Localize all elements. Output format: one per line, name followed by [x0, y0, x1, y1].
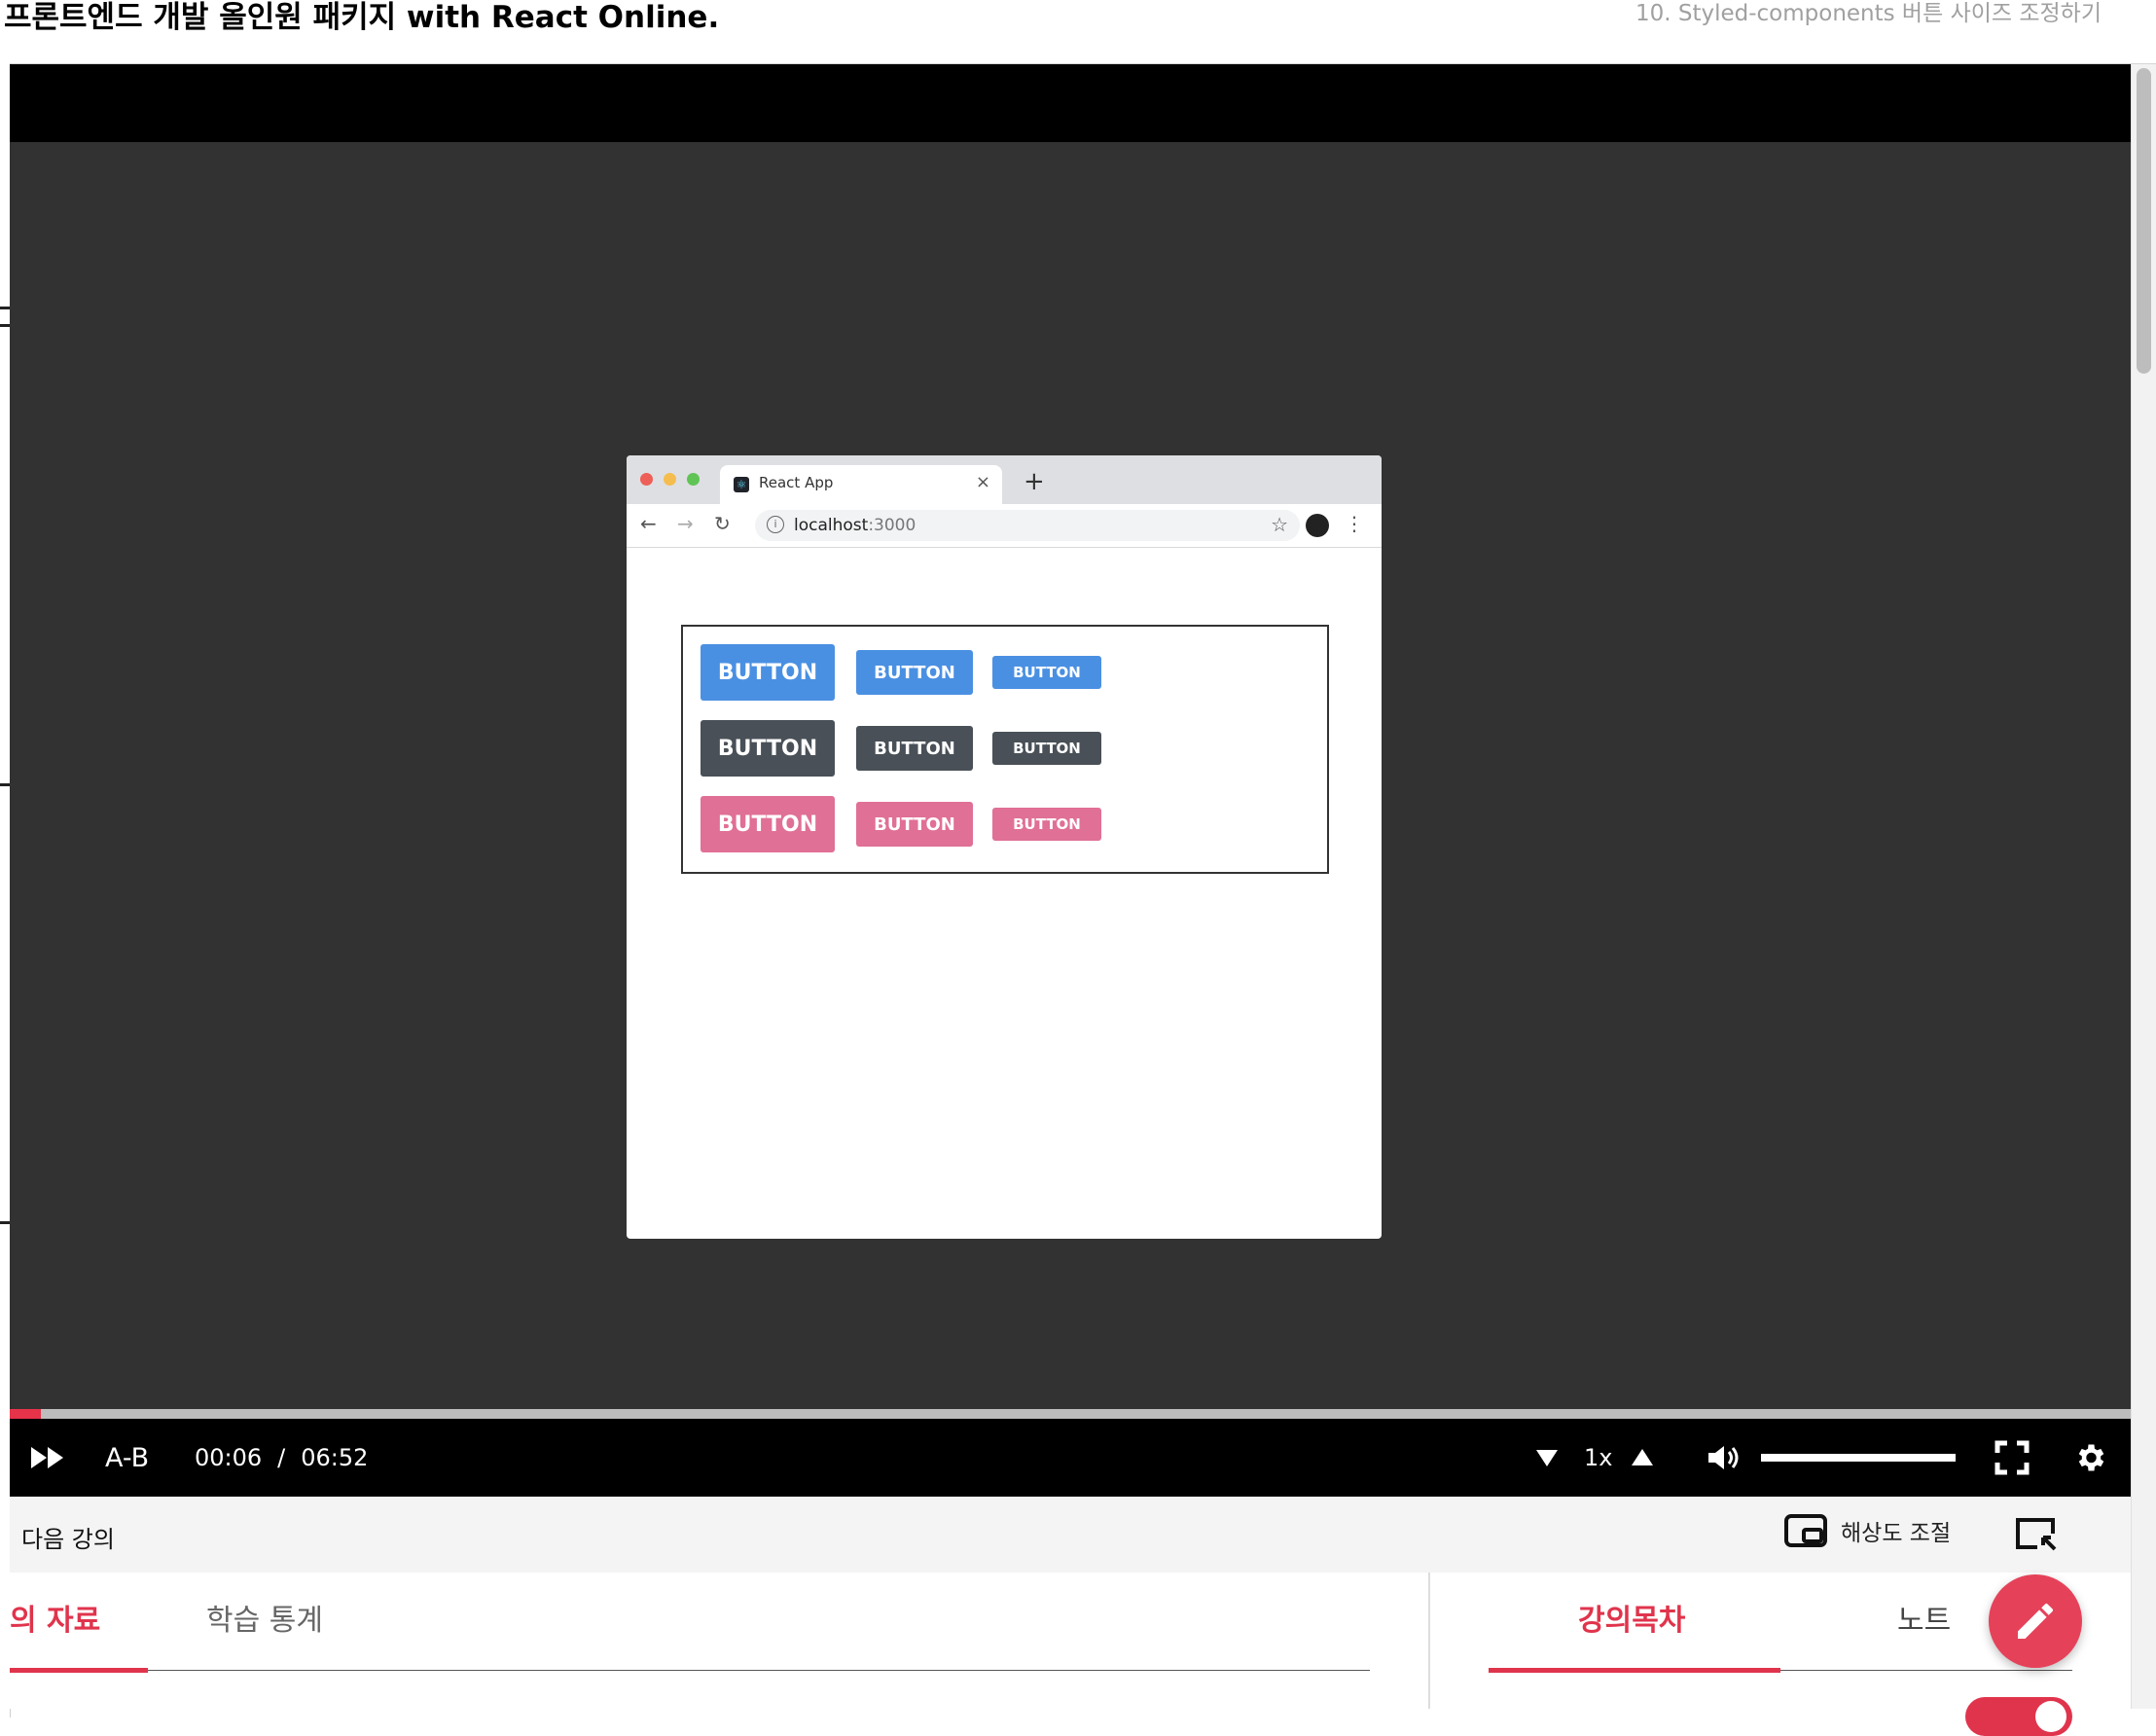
write-note-button[interactable] — [1989, 1574, 2082, 1668]
tab-divider — [148, 1670, 1370, 1671]
edge-divider — [0, 307, 10, 309]
volume-slider[interactable] — [1761, 1419, 1956, 1497]
close-dot-icon — [640, 473, 653, 486]
settings-button[interactable] — [2072, 1419, 2107, 1497]
forward-arrow-icon: → — [677, 512, 694, 535]
minimize-dot-icon — [664, 473, 676, 486]
maximize-dot-icon — [687, 473, 700, 486]
tab-notes[interactable]: 노트 — [1897, 1596, 1951, 1639]
panel-divider — [1428, 1573, 1430, 1709]
time-display: 00:06 / 06:52 — [195, 1419, 368, 1497]
seek-bar-progress — [10, 1409, 41, 1419]
demo-button-medium-blue: BUTTON — [856, 650, 973, 695]
fullscreen-button[interactable] — [1994, 1419, 2030, 1497]
browser-toolbar: ← → ↻ i localhost:3000 ☆ ⋮ — [627, 504, 1382, 548]
back-arrow-icon: ← — [640, 512, 657, 535]
button-demo-container: BUTTON BUTTON BUTTON BUTTON BUTTON BUTTO… — [681, 625, 1329, 874]
pencil-icon — [2018, 1603, 2053, 1639]
url-port: :3000 — [868, 516, 916, 535]
active-tab-underline — [10, 1668, 148, 1673]
edge-divider — [0, 1221, 10, 1224]
close-icon: × — [975, 472, 990, 492]
resolution-button[interactable]: 해상도 조절 — [1784, 1514, 1951, 1547]
active-tab-underline — [1489, 1668, 1780, 1673]
reload-icon: ↻ — [714, 512, 731, 535]
fast-forward-icon — [31, 1447, 63, 1468]
tab-materials[interactable]: 의 자료 — [10, 1596, 100, 1639]
volume-button[interactable] — [1707, 1419, 1742, 1497]
url-text: localhost:3000 — [794, 516, 916, 535]
player-subbar: 다음 강의 해상도 조절 — [10, 1497, 2131, 1573]
tab-divider — [1780, 1670, 2072, 1671]
edge-divider — [0, 783, 10, 786]
kebab-menu-icon: ⋮ — [1345, 512, 1364, 535]
demo-button-medium-gray: BUTTON — [856, 726, 973, 771]
next-lecture-button[interactable]: 다음 강의 — [21, 1520, 115, 1554]
volume-track — [1761, 1454, 1956, 1462]
react-favicon: ⚛ — [734, 477, 749, 492]
tab-learning-stats[interactable]: 학습 통계 — [206, 1596, 323, 1639]
demo-button-large-gray: BUTTON — [701, 720, 835, 777]
pip-button[interactable] — [2014, 1516, 2059, 1555]
ab-repeat-button[interactable]: A-B — [105, 1419, 149, 1497]
tab-curriculum[interactable]: 강의목차 — [1578, 1596, 1685, 1639]
demo-button-small-blue: BUTTON — [992, 656, 1101, 689]
browser-tab-bar: ⚛ React App × + — [627, 455, 1382, 504]
title-bar: 프론트엔드 개발 올인원 패키지 with React Online. 10. … — [0, 0, 2156, 65]
resolution-icon — [1784, 1514, 1827, 1547]
star-icon: ☆ — [1271, 513, 1288, 536]
demo-button-small-gray: BUTTON — [992, 732, 1101, 765]
bottom-panel: 의 자료 학습 통계 강의목차 노트 — [10, 1573, 2131, 1709]
volume-icon — [1708, 1446, 1739, 1469]
recorded-browser-window: ⚛ React App × + ← → ↻ i localhost:3000 ☆… — [627, 455, 1382, 1239]
browser-tab: ⚛ React App × — [720, 465, 1002, 504]
player-controls: A-B 00:06 / 06:52 1x — [10, 1419, 2131, 1497]
video-player[interactable]: ⚛ React App × + ← → ↻ i localhost:3000 ☆… — [10, 64, 2131, 1497]
scrollbar-thumb[interactable] — [2137, 68, 2151, 374]
current-time: 00:06 — [195, 1444, 263, 1471]
resolution-label: 해상도 조절 — [1841, 1521, 1952, 1546]
autoplay-toggle[interactable] — [1965, 1697, 2072, 1736]
video-letterbox — [10, 64, 2131, 142]
volume-level — [1761, 1454, 1956, 1462]
demo-button-large-blue: BUTTON — [701, 644, 835, 701]
speed-down-icon — [1536, 1450, 1558, 1466]
demo-button-medium-pink: BUTTON — [856, 802, 973, 847]
time-separator: / — [277, 1444, 286, 1471]
duration: 06:52 — [301, 1444, 369, 1471]
pip-icon — [2016, 1518, 2057, 1551]
playback-speed: 1x — [1584, 1444, 1613, 1471]
fullscreen-icon — [1994, 1440, 2030, 1475]
speed-down-button[interactable] — [1535, 1419, 1559, 1497]
page-scrollbar[interactable] — [2131, 64, 2156, 1709]
edge-divider — [0, 324, 10, 327]
demo-button-large-pink: BUTTON — [701, 796, 835, 852]
speed-up-icon — [1632, 1449, 1653, 1465]
browser-tab-title: React App — [759, 474, 834, 491]
settings-icon — [2078, 1444, 2104, 1471]
seek-bar[interactable] — [10, 1409, 2131, 1419]
info-icon: i — [767, 516, 784, 533]
address-bar: i localhost:3000 ☆ — [755, 510, 1300, 541]
lecture-title: 10. Styled-components 버튼 사이즈 조정하기 — [1635, 1, 2102, 26]
speed-up-button[interactable] — [1631, 1419, 1654, 1497]
fast-forward-button[interactable] — [31, 1419, 66, 1497]
toggle-knob — [2035, 1701, 2066, 1732]
course-title: 프론트엔드 개발 올인원 패키지 with React Online. — [4, 0, 720, 35]
demo-button-small-pink: BUTTON — [992, 808, 1101, 841]
new-tab-icon: + — [1024, 467, 1045, 496]
profile-icon — [1306, 514, 1329, 537]
url-host: localhost — [794, 516, 869, 535]
